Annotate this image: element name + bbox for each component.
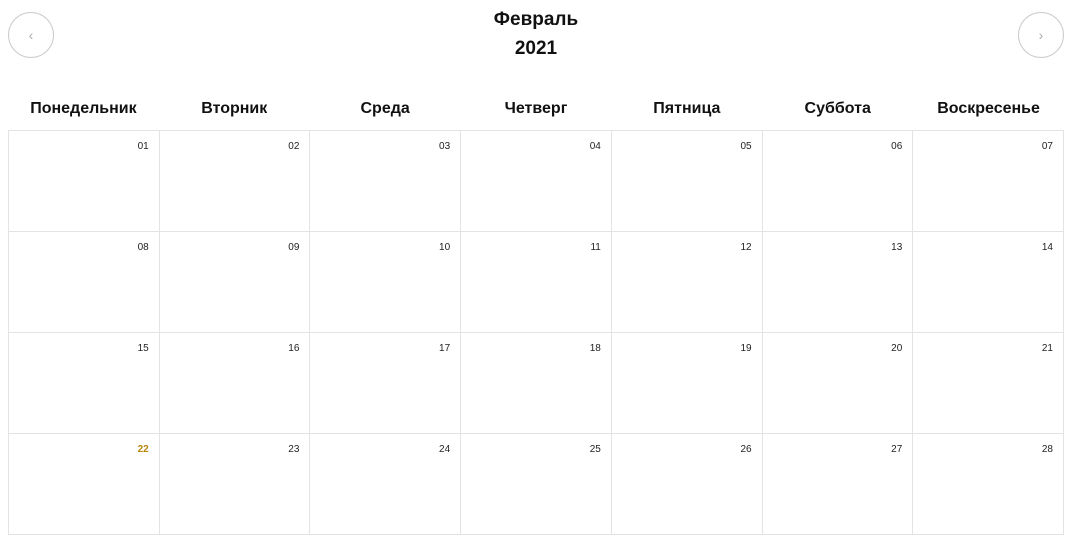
day-cell[interactable]: 28 — [913, 434, 1064, 535]
day-number: 15 — [137, 343, 149, 354]
day-cell[interactable]: 02 — [159, 131, 311, 232]
day-cell[interactable]: 07 — [913, 131, 1064, 232]
day-cell[interactable]: 25 — [461, 434, 612, 535]
weekday-label: Среда — [360, 100, 410, 117]
day-number: 04 — [589, 141, 601, 152]
day-number: 28 — [1041, 444, 1053, 455]
month-title: Февраль — [493, 9, 579, 30]
day-cell[interactable]: 26 — [611, 434, 763, 535]
day-number: 22 — [137, 444, 149, 455]
day-cell[interactable]: 15 — [9, 333, 160, 434]
day-number: 13 — [891, 242, 903, 253]
day-number: 03 — [439, 141, 451, 152]
day-cell[interactable]: 20 — [762, 333, 914, 434]
day-number: 19 — [740, 343, 752, 354]
day-cell[interactable]: 22 — [9, 434, 160, 535]
day-cell[interactable]: 23 — [159, 434, 311, 535]
day-number: 16 — [288, 343, 300, 354]
day-cell[interactable]: 18 — [461, 333, 612, 434]
day-cell[interactable]: 06 — [762, 131, 914, 232]
day-cell[interactable]: 24 — [310, 434, 462, 535]
day-cell[interactable]: 21 — [913, 333, 1064, 434]
day-cell[interactable]: 27 — [762, 434, 914, 535]
day-number: 02 — [288, 141, 300, 152]
day-cell[interactable]: 04 — [461, 131, 612, 232]
day-number: 12 — [740, 242, 752, 253]
day-cell[interactable]: 11 — [461, 232, 612, 333]
weekday-label: Четверг — [504, 100, 568, 117]
day-number: 20 — [891, 343, 903, 354]
day-number: 17 — [439, 343, 451, 354]
weekday-label: Пятница — [653, 100, 721, 117]
day-number: 18 — [589, 343, 601, 354]
day-number: 11 — [590, 242, 601, 253]
day-number: 27 — [891, 444, 903, 455]
day-cell[interactable]: 17 — [310, 333, 462, 434]
day-cell[interactable]: 05 — [611, 131, 763, 232]
weekday-label: Вторник — [201, 100, 268, 117]
weekday-label: Воскресенье — [937, 100, 1040, 117]
year-title: 2021 — [514, 38, 558, 59]
day-cell[interactable]: 01 — [9, 131, 160, 232]
weekday-label: Суббота — [804, 100, 871, 117]
day-number: 01 — [137, 141, 149, 152]
weekday-header: Понедельник Вторник Среда Четверг Пятница Суб… — [8, 100, 1064, 118]
day-number: 10 — [439, 242, 451, 253]
day-cell[interactable]: 10 — [310, 232, 462, 333]
day-number: 08 — [137, 242, 149, 253]
weekday-label: Понедельник — [30, 100, 137, 117]
day-number: 07 — [1041, 141, 1053, 152]
day-number: 25 — [589, 444, 601, 455]
day-number: 26 — [740, 444, 752, 455]
day-cell[interactable]: 03 — [310, 131, 462, 232]
day-cell[interactable]: 14 — [913, 232, 1064, 333]
day-number: 14 — [1041, 242, 1053, 253]
day-cell[interactable]: 12 — [611, 232, 763, 333]
day-cell[interactable]: 08 — [9, 232, 160, 333]
day-number: 06 — [891, 141, 903, 152]
day-cell[interactable]: 09 — [159, 232, 311, 333]
day-number: 09 — [288, 242, 300, 253]
day-number: 23 — [288, 444, 300, 455]
day-cell[interactable]: 16 — [159, 333, 311, 434]
day-number: 05 — [740, 141, 752, 152]
day-cell[interactable]: 13 — [762, 232, 914, 333]
day-cell[interactable]: 19 — [611, 333, 763, 434]
day-number: 21 — [1041, 343, 1053, 354]
calendar-grid: 01 02 03 04 05 06 07 08 09 10 11 12 13 14 15 16 17 18 19 20… — [8, 130, 1064, 535]
day-number: 24 — [439, 444, 451, 455]
